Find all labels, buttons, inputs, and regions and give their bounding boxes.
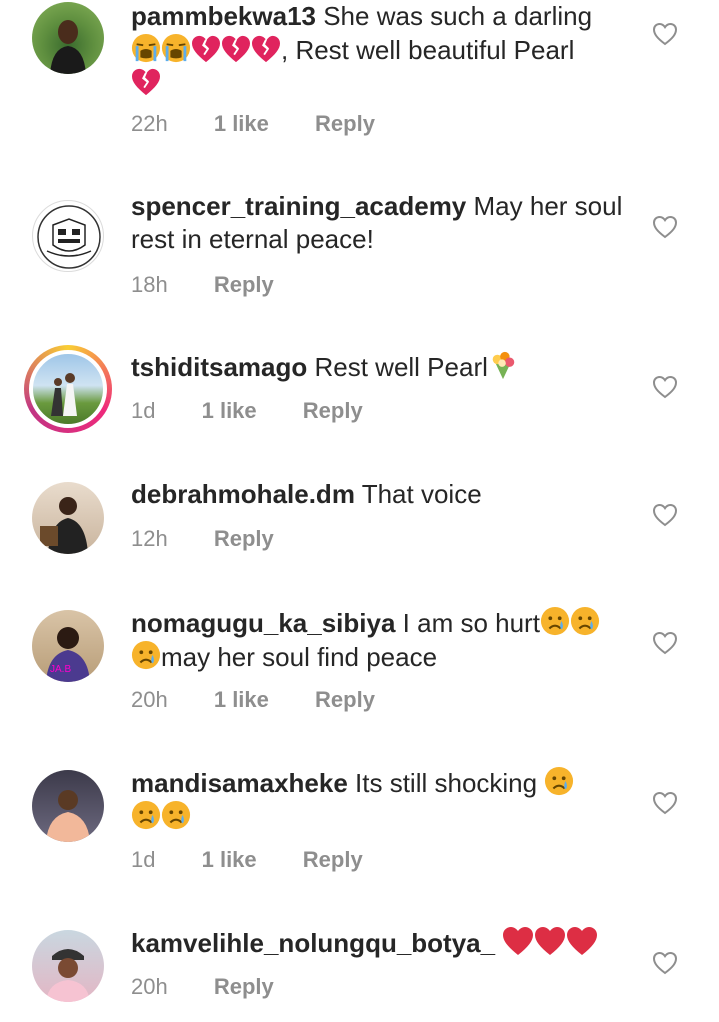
reply-button[interactable]: Reply [214,526,274,551]
comment-time: 20h [131,687,168,712]
like-count[interactable]: 1 like [214,111,269,136]
comment-time: 1d [131,398,156,423]
comment-time: 18h [131,272,168,297]
avatar[interactable] [32,930,104,1002]
comment-text: Its still shocking [355,768,538,798]
avatar-photo [50,20,86,74]
like-count[interactable]: 1 like [202,398,257,423]
comment-meta: 20h 1 like Reply [131,687,415,713]
svg-text:JA.B: JA.B [50,664,71,675]
crying-face-icon [131,640,161,670]
comment-body: debrahmohale.dm That voice [131,478,631,511]
comment-text: That voice [361,479,482,509]
comment-meta: 22h 1 like Reply [131,111,415,137]
comment-meta: 1d 1 like Reply [131,398,403,424]
crying-face-icon [544,766,574,796]
comment-body: spencer_training_academy May her soul re… [131,190,631,256]
broken-heart-icon [221,35,251,63]
comment-username[interactable]: debrahmohale.dm [131,479,355,509]
comment-text: Rest well Pearl [314,352,488,382]
comment-username[interactable]: spencer_training_academy [131,191,466,221]
red-heart-icon [566,926,598,956]
loudly-crying-face-icon [131,33,161,63]
comment-time: 1d [131,847,156,872]
comment-username[interactable]: pammbekwa13 [131,1,316,31]
avatar-story-ring[interactable] [24,345,112,433]
comment-body: nomagugu_ka_sibiya I am so hurt may her … [131,606,631,674]
comment-username[interactable]: mandisamaxheke [131,768,348,798]
avatar[interactable]: JA.B [32,610,104,682]
comment-text: may her soul find peace [161,642,438,672]
broken-heart-icon [131,68,161,96]
like-heart-icon[interactable] [652,22,678,46]
comment-time: 22h [131,111,168,136]
like-heart-icon[interactable] [652,791,678,815]
avatar[interactable] [32,200,104,272]
comment-meta: 12h Reply [131,526,314,552]
comment-time: 20h [131,974,168,999]
comment-username[interactable]: kamvelihle_nolungqu_botya_ [131,928,495,958]
comment-text: I am so hurt [402,608,540,638]
comment-time: 12h [131,526,168,551]
reply-button[interactable]: Reply [303,847,363,872]
comment-text: She was such a darling [323,1,593,31]
comment-username[interactable]: nomagugu_ka_sibiya [131,608,395,638]
loudly-crying-face-icon [161,33,191,63]
reply-button[interactable]: Reply [303,398,363,423]
comment-meta: 1d 1 like Reply [131,847,403,873]
comment-body: pammbekwa13 She was such a darling , Res… [131,0,631,100]
academy-logo-icon [37,205,101,269]
like-heart-icon[interactable] [652,215,678,239]
crying-face-icon [570,606,600,636]
like-heart-icon[interactable] [652,503,678,527]
avatar-photo [46,949,90,1002]
broken-heart-icon [251,35,281,63]
crying-face-icon [161,800,191,830]
like-heart-icon[interactable] [652,375,678,399]
avatar-photo: JA.B [46,627,90,682]
comment-username[interactable]: tshiditsamago [131,352,307,382]
crying-face-icon [131,800,161,830]
comment-meta: 18h Reply [131,272,314,298]
crying-face-icon [540,606,570,636]
avatar-photo [40,497,88,554]
reply-button[interactable]: Reply [214,272,274,297]
comment-body: tshiditsamago Rest well Pearl [131,350,631,384]
like-heart-icon[interactable] [652,951,678,975]
comment-body: kamvelihle_nolungqu_botya_ [131,926,631,960]
avatar[interactable] [32,2,104,74]
avatar[interactable] [32,482,104,554]
like-count[interactable]: 1 like [202,847,257,872]
avatar[interactable] [32,770,104,842]
reply-button[interactable]: Reply [214,974,274,999]
broken-heart-icon [191,35,221,63]
avatar-photo [46,790,90,842]
red-heart-icon [502,926,534,956]
red-heart-icon [534,926,566,956]
reply-button[interactable]: Reply [315,111,375,136]
like-count[interactable]: 1 like [214,687,269,712]
comment-text: , Rest well beautiful Pearl [281,35,575,65]
reply-button[interactable]: Reply [315,687,375,712]
avatar-photo [51,373,77,416]
like-heart-icon[interactable] [652,631,678,655]
comment-body: mandisamaxheke Its still shocking [131,766,631,834]
bouquet-icon [488,350,518,380]
comment-meta: 20h Reply [131,974,314,1000]
